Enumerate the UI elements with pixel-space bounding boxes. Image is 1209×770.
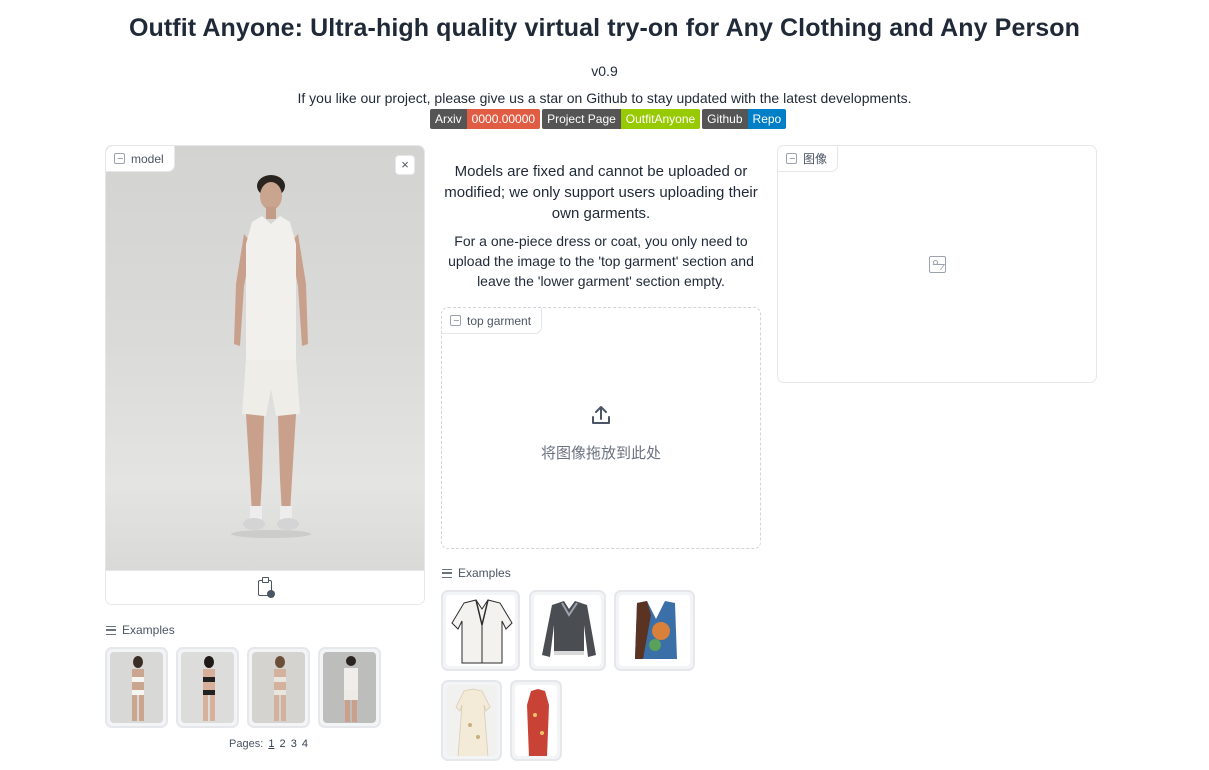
model-example-3[interactable] [247, 647, 310, 728]
model-image-panel[interactable]: model × [105, 145, 425, 605]
badge-row: Arxiv 0000.00000 Project Page OutfitAnyo… [430, 109, 787, 129]
garment-examples-label: Examples [442, 566, 511, 580]
result-image-panel: 图像 [777, 145, 1097, 383]
garment-example-cream-dress[interactable] [441, 680, 502, 761]
garment-shape [635, 601, 677, 659]
thumb-image [181, 652, 234, 723]
badge-left: Github [702, 109, 748, 129]
model-examples-label: Examples [106, 623, 175, 637]
thumb-figure [132, 656, 144, 721]
badge-left: Arxiv [430, 109, 467, 129]
upload-icon [592, 406, 610, 424]
model-example-2[interactable] [176, 647, 239, 728]
thumb-figure [203, 656, 215, 721]
list-icon [442, 568, 452, 578]
drop-text: 将图像拖放到此处 [540, 445, 661, 462]
garment-shape [455, 688, 491, 756]
badge-right: Repo [747, 109, 787, 129]
page-2[interactable]: 2 [280, 738, 286, 750]
thumb-image [110, 652, 163, 723]
image-icon [450, 315, 461, 326]
model-photo [106, 146, 424, 570]
page-title: Outfit Anyone: Ultra-high quality virtua… [128, 14, 1081, 42]
model-example-4[interactable] [318, 647, 381, 728]
info-text-one-piece: For a one-piece dress or coat, you only … [448, 233, 754, 289]
thumb-image [446, 685, 497, 756]
thumb-figure [344, 656, 358, 722]
garment-example-grey-sweater[interactable] [529, 590, 606, 671]
thumb-figure [274, 656, 286, 721]
badge-right: OutfitAnyone [620, 109, 701, 129]
result-label-text: 图像 [803, 152, 828, 166]
image-icon [786, 153, 797, 164]
info-text-fixed-models: Models are fixed and cannot be uploaded … [444, 163, 758, 222]
top-garment-label-text: top garment [467, 313, 532, 328]
thumb-image [446, 595, 515, 666]
paste-bar [106, 570, 424, 604]
pages-label: Pages: [229, 738, 264, 750]
garment-example-red-dress[interactable] [510, 680, 562, 761]
thumb-image [252, 652, 305, 723]
top-garment-upload[interactable]: top garment 将图像拖放到此处 [441, 307, 761, 549]
github-badge[interactable]: Github Repo [702, 109, 787, 129]
page-3[interactable]: 3 [291, 738, 297, 750]
examples-text: Examples [458, 566, 511, 580]
badge-right: 0000.00000 [466, 109, 541, 129]
close-icon[interactable]: × [395, 155, 415, 175]
image-icon [114, 153, 125, 164]
model-label: model [106, 146, 175, 172]
version-text: v0.9 [591, 63, 618, 79]
drop-zone[interactable]: 将图像拖放到此处 [442, 403, 760, 463]
garment-shape [451, 599, 513, 664]
thumb-image [323, 652, 376, 723]
model-figure [231, 175, 311, 538]
page-1[interactable]: 1 [268, 738, 274, 750]
thumb-image [534, 595, 601, 666]
pagination: Pages: 1 2 3 4 [229, 738, 308, 750]
garment-example-white-cardigan[interactable] [441, 590, 520, 671]
thumb-image [515, 685, 557, 756]
project-page-badge[interactable]: Project Page OutfitAnyone [542, 109, 701, 129]
list-icon [106, 625, 116, 635]
examples-text: Examples [122, 623, 175, 637]
model-label-text: model [131, 151, 164, 166]
model-example-1[interactable] [105, 647, 168, 728]
badge-left: Project Page [542, 109, 621, 129]
garment-shape [527, 689, 549, 756]
garment-shape [542, 601, 596, 657]
clipboard-icon[interactable] [258, 577, 275, 598]
subtitle-text: If you like our project, please give us … [297, 90, 912, 106]
arxiv-badge[interactable]: Arxiv 0000.00000 [430, 109, 541, 129]
image-placeholder-icon [929, 256, 946, 273]
page-4[interactable]: 4 [302, 738, 308, 750]
thumb-image [619, 595, 690, 666]
result-label: 图像 [778, 146, 839, 172]
garment-example-floral-vest[interactable] [614, 590, 695, 671]
top-garment-label: top garment [442, 308, 543, 334]
